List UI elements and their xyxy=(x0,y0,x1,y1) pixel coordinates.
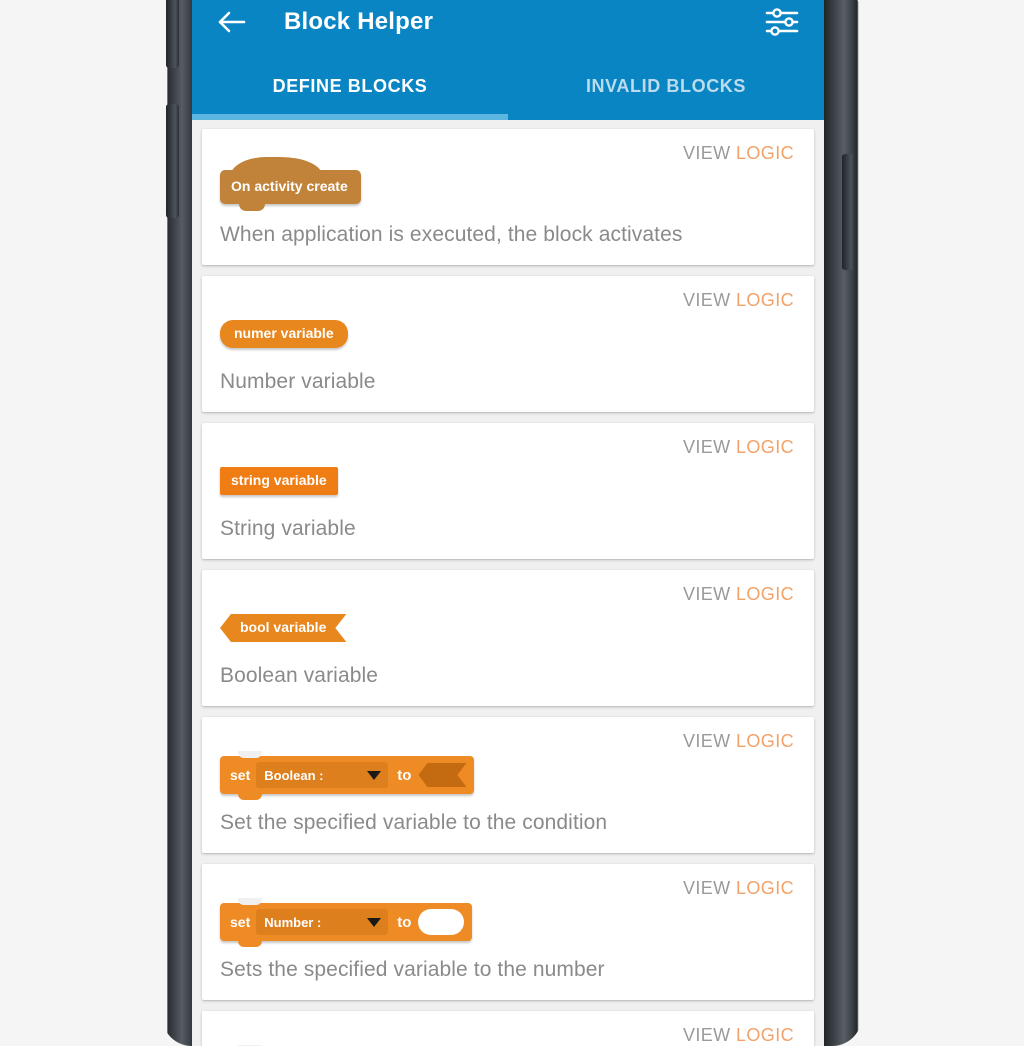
variable-dropdown-value: Boolean : xyxy=(264,767,324,783)
view-label: VIEW xyxy=(682,584,731,604)
block-description: String variable xyxy=(220,517,356,540)
block-list: VIEW LOGIC On activity create When appli… xyxy=(192,120,824,1046)
block-card[interactable]: VIEW LOGIC On activity create When appli… xyxy=(202,129,814,265)
logic-label: LOGIC xyxy=(735,1025,794,1045)
block-description: Sets the specified variable to the numbe… xyxy=(220,958,605,981)
power-button[interactable] xyxy=(842,154,855,270)
view-logic-link[interactable]: VIEW LOGIC xyxy=(683,584,794,605)
block-preview: numer variable xyxy=(220,312,796,356)
block-preview: bool variable xyxy=(220,606,796,650)
view-logic-link[interactable]: VIEW LOGIC xyxy=(683,290,794,311)
phone-screen: Block Helper DEFINE BLOCKS INVALID BLOCK… xyxy=(192,0,824,1046)
app-bar: Block Helper xyxy=(192,0,824,58)
logic-label: LOGIC xyxy=(735,878,794,898)
set-keyword: set xyxy=(230,914,251,930)
set-keyword: set xyxy=(230,767,251,783)
block-preview: On activity create xyxy=(220,157,796,211)
view-logic-link[interactable]: VIEW LOGIC xyxy=(683,878,794,899)
block-numer-variable[interactable]: numer variable xyxy=(220,320,348,348)
block-label: string variable xyxy=(231,472,327,488)
block-card[interactable]: VIEW LOGIC set String : to xyxy=(202,1011,814,1046)
variable-dropdown[interactable]: Boolean : xyxy=(256,762,389,788)
phone-frame: Block Helper DEFINE BLOCKS INVALID BLOCK… xyxy=(162,0,862,1046)
logic-label: LOGIC xyxy=(735,584,794,604)
view-label: VIEW xyxy=(682,437,731,457)
block-preview: set Boolean : to xyxy=(220,751,796,800)
tab-define-blocks[interactable]: DEFINE BLOCKS xyxy=(192,58,508,120)
block-description: Set the specified variable to the condit… xyxy=(220,811,608,834)
block-on-activity-create[interactable]: On activity create xyxy=(220,157,361,211)
view-label: VIEW xyxy=(682,731,731,751)
back-arrow-icon[interactable] xyxy=(214,4,250,40)
view-label: VIEW xyxy=(682,1025,731,1045)
volume-up-button[interactable] xyxy=(166,0,179,68)
volume-down-button[interactable] xyxy=(166,104,179,218)
phone-right-edge xyxy=(822,0,862,1046)
tab-active-indicator xyxy=(192,114,508,120)
block-card[interactable]: VIEW LOGIC set Number : to Sets the spec… xyxy=(202,864,814,1000)
tab-invalid-blocks[interactable]: INVALID BLOCKS xyxy=(508,58,824,120)
logic-label: LOGIC xyxy=(735,290,794,310)
view-label: VIEW xyxy=(682,143,731,163)
block-string-variable[interactable]: string variable xyxy=(220,467,338,495)
view-logic-link[interactable]: VIEW LOGIC xyxy=(683,1025,794,1046)
view-logic-link[interactable]: VIEW LOGIC xyxy=(683,143,794,164)
page-title: Block Helper xyxy=(284,8,434,35)
logic-label: LOGIC xyxy=(735,143,794,163)
block-card[interactable]: VIEW LOGIC set Boolean : to Set the spec… xyxy=(202,717,814,853)
block-description: Boolean variable xyxy=(220,664,379,687)
sliders-icon[interactable] xyxy=(764,5,800,39)
block-set-number[interactable]: set Number : to xyxy=(220,898,473,947)
block-label: numer variable xyxy=(234,325,334,341)
to-keyword: to xyxy=(397,913,412,931)
view-label: VIEW xyxy=(682,290,731,310)
block-label: On activity create xyxy=(231,178,348,194)
tab-bar: DEFINE BLOCKS INVALID BLOCKS xyxy=(192,58,824,120)
variable-dropdown[interactable]: Number : xyxy=(256,909,389,935)
boolean-socket[interactable] xyxy=(418,763,466,787)
view-logic-link[interactable]: VIEW LOGIC xyxy=(683,437,794,458)
block-preview: string variable xyxy=(220,459,796,503)
block-preview: set Number : to xyxy=(220,898,796,947)
chevron-down-icon xyxy=(367,917,382,927)
block-card[interactable]: VIEW LOGIC bool variable Boolean variabl… xyxy=(202,570,814,706)
variable-dropdown-value: Number : xyxy=(264,914,322,930)
block-description: When application is executed, the block … xyxy=(220,223,683,246)
chevron-down-icon xyxy=(367,770,382,780)
block-card[interactable]: VIEW LOGIC string variable String variab… xyxy=(202,423,814,559)
number-socket[interactable] xyxy=(418,909,465,935)
view-label: VIEW xyxy=(682,878,731,898)
to-keyword: to xyxy=(397,766,412,784)
block-label: bool variable xyxy=(240,619,327,635)
block-bool-variable[interactable]: bool variable xyxy=(220,614,346,642)
view-logic-link[interactable]: VIEW LOGIC xyxy=(683,731,794,752)
block-description: Number variable xyxy=(220,370,376,393)
block-card[interactable]: VIEW LOGIC numer variable Number variabl… xyxy=(202,276,814,412)
block-set-boolean[interactable]: set Boolean : to xyxy=(220,751,475,800)
logic-label: LOGIC xyxy=(735,731,794,751)
logic-label: LOGIC xyxy=(735,437,794,457)
